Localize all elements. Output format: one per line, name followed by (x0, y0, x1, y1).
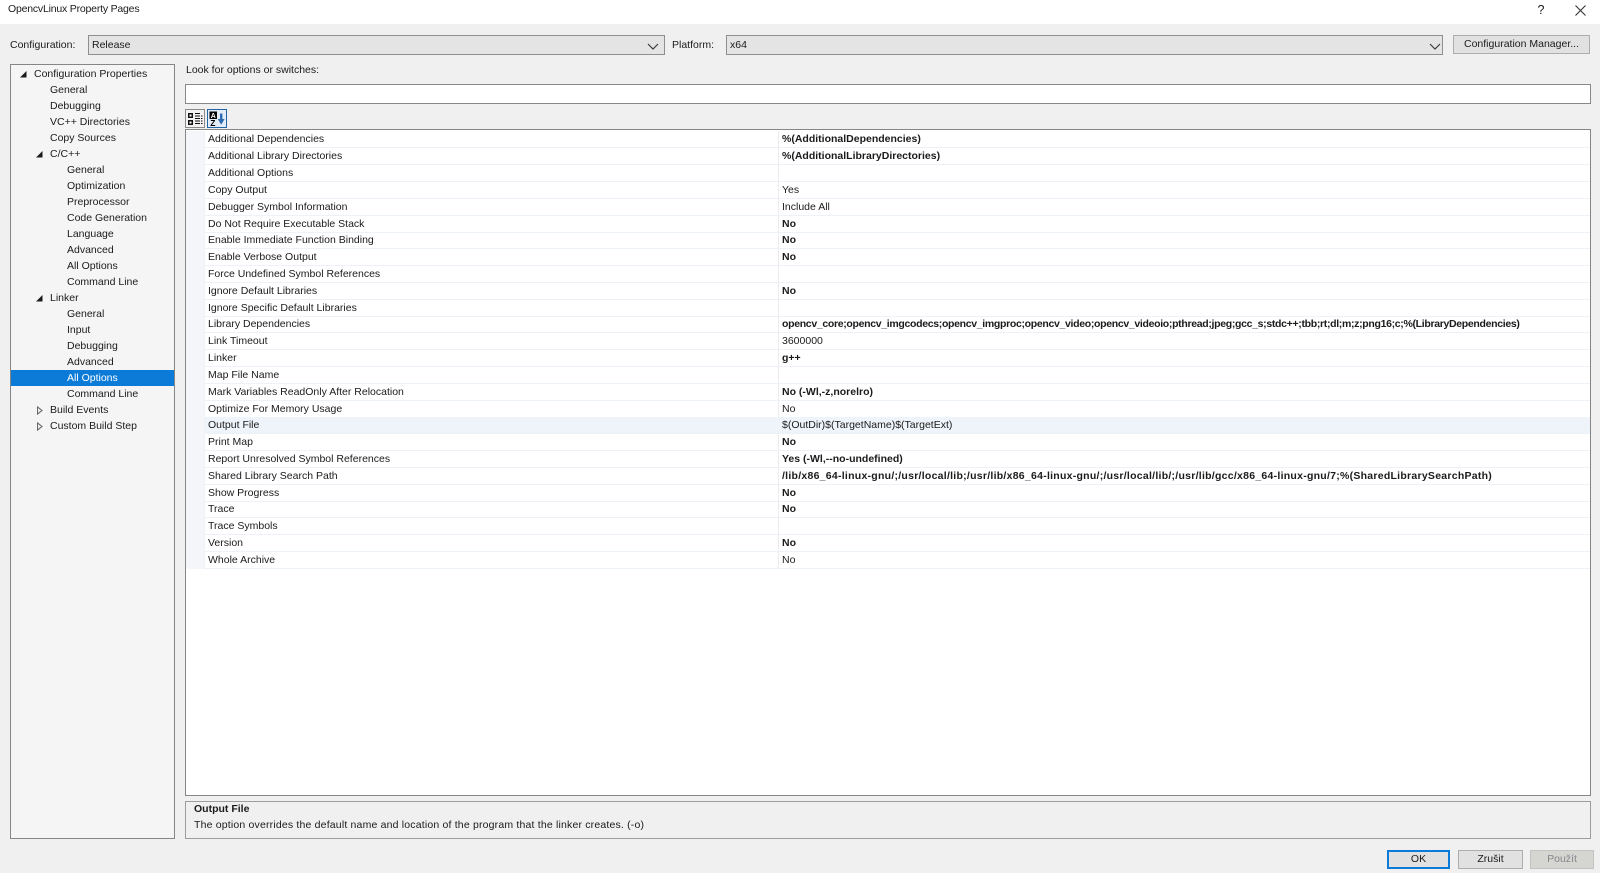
svg-text:Z: Z (210, 118, 215, 127)
